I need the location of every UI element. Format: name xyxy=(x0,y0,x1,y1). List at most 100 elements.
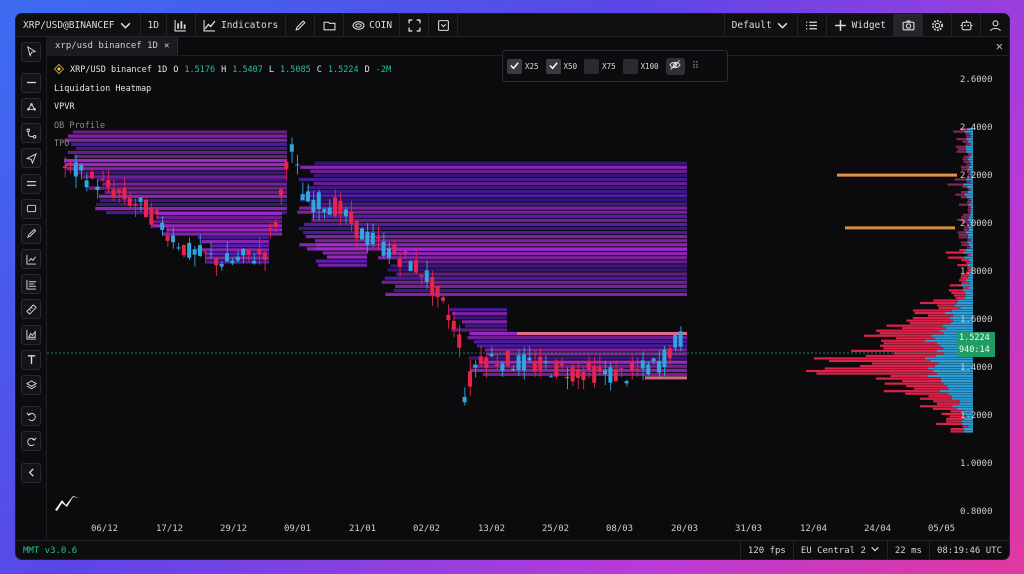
vpvr-sell-bar xyxy=(967,153,972,156)
candle-body xyxy=(392,244,397,254)
status-bar: MMT v3.0.6 120 fps EU Central 2 22 ms 08… xyxy=(16,540,1009,559)
indicator-ob-profile[interactable]: OB Profile xyxy=(54,121,105,131)
collapse-sidebar-button[interactable] xyxy=(21,462,41,483)
candle-body xyxy=(592,366,597,383)
leverage-filter-panel: X25 X50 X75 X100 ⠿ xyxy=(502,50,728,82)
indicator-liquidation-heatmap[interactable]: Liquidation Heatmap xyxy=(54,84,151,94)
time-axis-label: 12/04 xyxy=(800,524,828,534)
candle-body xyxy=(262,252,267,260)
indicators-button[interactable]: Indicators xyxy=(196,14,285,36)
parallel-lines-tool[interactable] xyxy=(21,173,41,194)
time-axis-label: 25/02 xyxy=(542,524,570,534)
arrow-tool[interactable] xyxy=(21,148,41,169)
layout-selector[interactable]: Default xyxy=(725,14,797,36)
line-chart-icon xyxy=(25,250,37,269)
vpvr-sell-bar xyxy=(875,377,941,380)
heatmap-band xyxy=(156,216,282,220)
forecast-tool[interactable] xyxy=(21,324,41,345)
x75-checkbox[interactable] xyxy=(584,58,600,74)
save-icon xyxy=(436,18,450,32)
x25-checkbox[interactable] xyxy=(507,58,522,74)
screenshot-button[interactable] xyxy=(894,14,922,36)
line-chart-tool[interactable] xyxy=(21,249,41,270)
candle-body xyxy=(106,179,111,188)
redo-button[interactable] xyxy=(21,431,41,452)
settings-button[interactable] xyxy=(923,14,951,36)
candle-body xyxy=(559,363,564,366)
x100-checkbox[interactable] xyxy=(622,58,638,74)
chevron-down-icon xyxy=(776,18,790,32)
account-button[interactable] xyxy=(981,14,1009,36)
rectangle-tool[interactable] xyxy=(21,198,41,219)
undo-icon xyxy=(26,407,37,426)
x50-checkbox[interactable] xyxy=(545,58,561,74)
candle-body xyxy=(176,247,181,249)
drawing-button[interactable] xyxy=(286,14,314,36)
candle-body xyxy=(408,261,413,271)
vpvr-sell-bar xyxy=(886,324,943,327)
chart-tab[interactable]: xrp/usd binancef 1D ✕ xyxy=(47,37,179,55)
vpvr-buy-bar xyxy=(967,236,973,239)
drag-handle-icon[interactable]: ⠿ xyxy=(692,61,699,72)
candle-body xyxy=(273,222,278,228)
candle-body xyxy=(635,368,640,371)
visibility-toggle[interactable] xyxy=(665,57,685,75)
candle-body xyxy=(538,356,543,370)
vpvr-sell-bar xyxy=(966,246,971,249)
heatmap-band xyxy=(310,169,687,173)
heatmap-band xyxy=(476,344,687,348)
heatmap-band xyxy=(453,316,507,320)
chart-type-button[interactable] xyxy=(167,14,195,36)
close-icon[interactable]: ✕ xyxy=(164,41,169,51)
path-tool[interactable] xyxy=(21,123,41,144)
close-panel-icon[interactable]: ✕ xyxy=(996,39,1003,53)
folder-button[interactable] xyxy=(315,14,343,36)
heatmap-band xyxy=(102,182,288,186)
measure-tool[interactable] xyxy=(21,299,41,320)
add-widget-button[interactable]: Widget xyxy=(827,14,893,36)
bot-button[interactable] xyxy=(952,14,980,36)
text-tool[interactable] xyxy=(21,349,41,370)
heatmap-band xyxy=(156,212,282,216)
vpvr-sell-bar xyxy=(957,264,968,267)
fullscreen-button[interactable] xyxy=(400,14,428,36)
time-axis-label: 06/12 xyxy=(91,524,119,534)
candle-body xyxy=(149,208,154,225)
heatmap-band xyxy=(74,154,287,159)
coin-icon xyxy=(351,18,365,32)
price-axis-label: 2.2000 xyxy=(960,171,993,181)
save-button[interactable] xyxy=(429,14,457,36)
time-axis-label: 09/01 xyxy=(284,524,312,534)
horizontal-line-tool[interactable] xyxy=(21,72,41,93)
coin-button[interactable]: COIN xyxy=(344,14,399,36)
cursor-tool-button[interactable] xyxy=(21,41,41,62)
interval-button[interactable]: 1D xyxy=(141,14,166,36)
candle-body xyxy=(79,165,84,171)
layers-tool[interactable] xyxy=(21,375,41,396)
brush-tool[interactable] xyxy=(21,223,41,244)
plus-icon xyxy=(834,18,848,32)
fib-tool[interactable] xyxy=(21,274,41,295)
vpvr-buy-bar xyxy=(948,387,973,390)
indicator-tpo[interactable]: TPO xyxy=(54,139,69,149)
symbol-selector[interactable]: XRP/USD@BINANCEF xyxy=(16,14,140,36)
undo-button[interactable] xyxy=(21,406,41,427)
candle-body xyxy=(365,232,370,246)
candle-body xyxy=(111,189,116,198)
x50-label: X50 xyxy=(563,61,578,71)
vpvr-sell-bar xyxy=(914,387,949,390)
vpvr-buy-bar xyxy=(964,296,973,300)
vpvr-buy-bar xyxy=(968,243,973,247)
list-button[interactable] xyxy=(798,14,826,36)
vpvr-sell-bar xyxy=(962,185,968,189)
heatmap-band xyxy=(390,264,687,268)
server-region-selector[interactable]: EU Central 2 xyxy=(792,541,887,559)
candle-body xyxy=(565,377,570,379)
time-axis-label: 29/12 xyxy=(220,524,248,534)
vpvr-sell-bar xyxy=(966,261,971,264)
vpvr-buy-bar xyxy=(970,254,973,257)
vpvr-buy-bar xyxy=(967,264,973,267)
network-tool[interactable] xyxy=(21,97,41,118)
indicator-vpvr[interactable]: VPVR xyxy=(54,102,74,112)
vpvr-sell-bar xyxy=(902,327,947,330)
